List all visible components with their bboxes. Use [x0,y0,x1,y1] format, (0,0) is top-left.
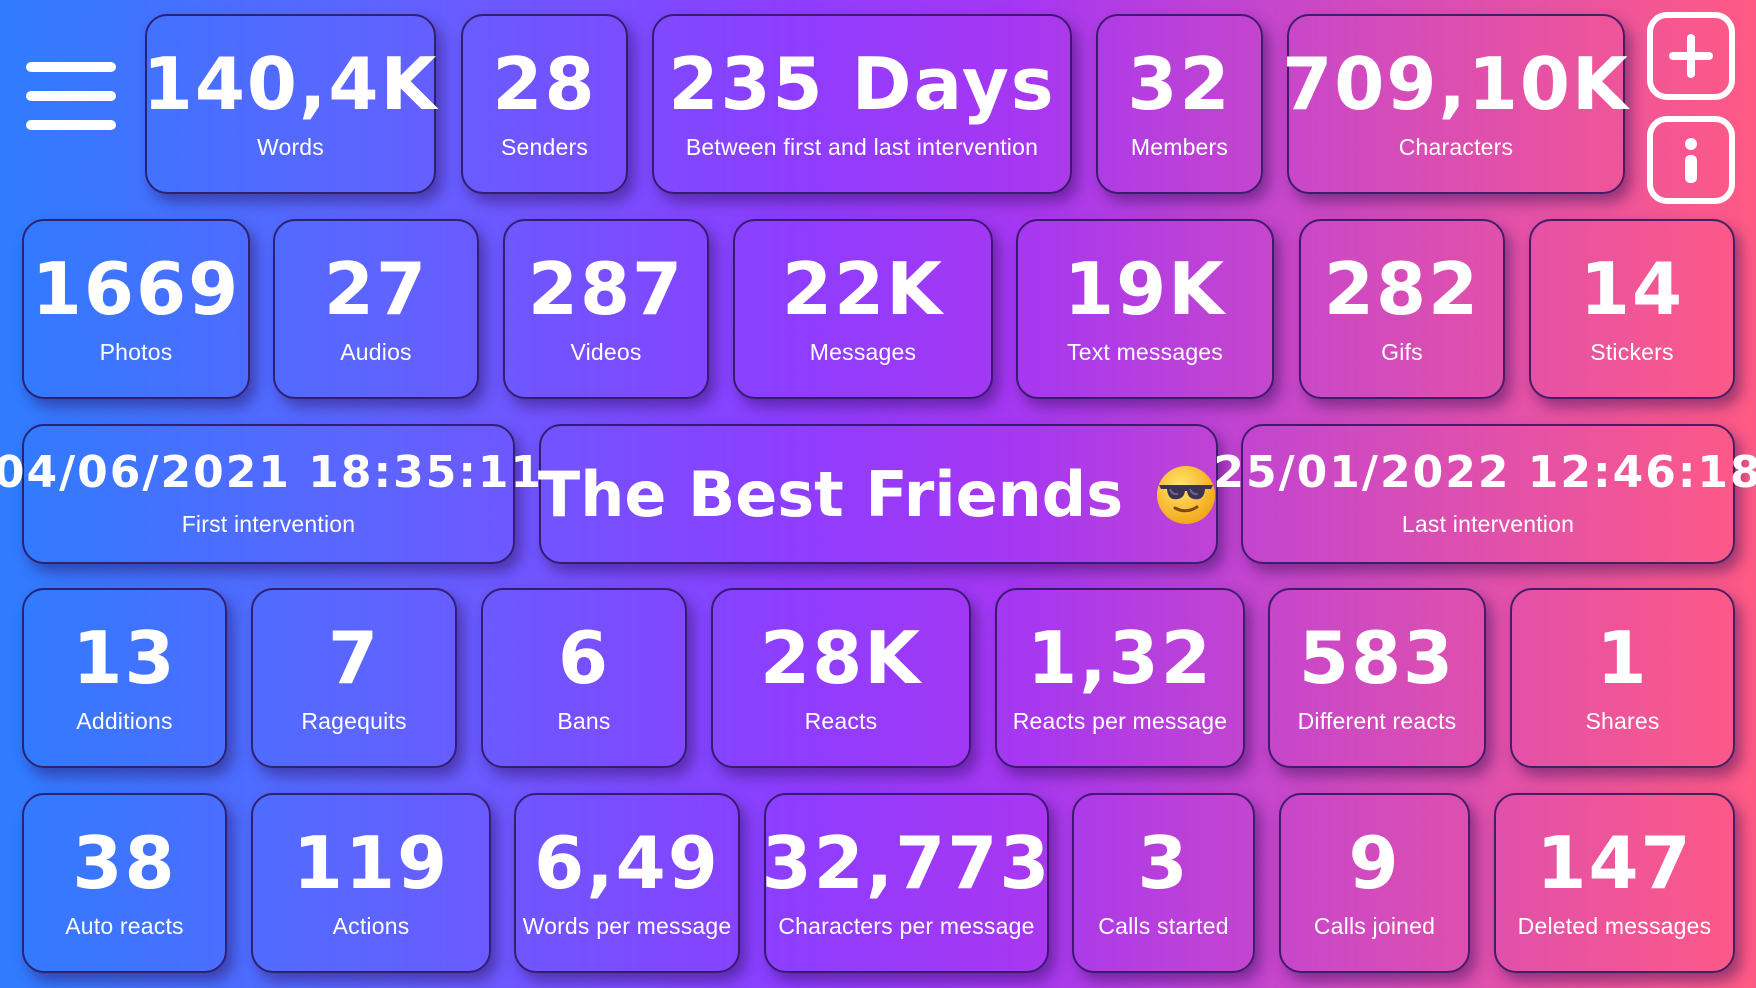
stat-card-photos: 1669 Photos [22,219,250,399]
stat-card-last-intervention: 25/01/2022 12:46:18 Last intervention [1213,424,1756,564]
stat-value: 1 [1596,615,1649,700]
info-button[interactable] [1647,116,1735,204]
stat-card-words-per-message: 6,49 Words per message [514,793,740,973]
last-intervention-label: Last intervention [1401,510,1575,537]
stat-card-calls-joined: 9 Calls joined [1279,793,1470,973]
stat-card-text-messages: 19K Text messages [1016,219,1274,399]
group-title-card: The Best Friends [537,424,1218,564]
stat-card-first-intervention: 04/06/2021 18:35:11 First intervention [0,424,541,564]
stat-label: Reacts per message [1012,707,1228,734]
stat-value: 22K [782,246,944,331]
stat-value: 583 [1298,615,1456,700]
stat-label: Reacts [804,707,878,734]
stat-label: Words [256,133,325,160]
stat-label: Characters per message [778,912,1035,939]
stat-card-ragequits: 7 Ragequits [251,588,457,768]
stat-label: Members [1130,133,1229,160]
stat-card-senders: 28 Senders [461,14,628,194]
stat-card-characters: 709,10K Characters [1282,14,1628,194]
stat-value: 709,10K [1282,41,1630,126]
plus-icon [1669,34,1713,78]
stat-card-actions: 119 Actions [251,793,491,973]
stat-label: Ragequits [301,707,407,734]
stat-value: 140,4K [142,41,439,126]
stat-value: 38 [72,820,177,905]
stat-value: 282 [1323,246,1481,331]
stat-card-deleted-messages: 147 Deleted messages [1494,793,1735,973]
stat-card-auto-reacts: 38 Auto reacts [22,793,227,973]
stat-value: 1669 [31,246,241,331]
stat-card-audios: 27 Audios [273,219,479,399]
add-button[interactable] [1647,12,1735,100]
stats-dashboard: 140,4K Words 28 Senders 235 Days Between… [0,0,1756,988]
stat-card-bans: 6 Bans [481,588,687,768]
stat-card-stickers: 14 Stickers [1529,219,1735,399]
stat-label: Senders [500,133,589,160]
stat-label: Between first and last intervention [685,133,1039,160]
stat-value: 32 [1127,41,1232,126]
stat-value: 3 [1137,820,1190,905]
stat-label: Stickers [1590,338,1674,365]
stat-value: 27 [323,246,429,331]
group-title: The Best Friends [537,457,1124,531]
stat-card-characters-per-message: 32,773 Characters per message [761,793,1052,973]
stat-value: 147 [1536,820,1693,905]
stat-value: 1,32 [1027,615,1213,700]
stat-value: 7 [327,615,381,700]
stat-label: Photos [99,338,173,365]
stat-label: Videos [570,338,642,365]
stat-value: 14 [1579,246,1685,331]
stat-value: 287 [527,246,685,331]
stat-value: 19K [1064,246,1226,331]
stat-card-shares: 1 Shares [1510,588,1735,768]
stat-label: Characters [1398,133,1514,160]
first-intervention-label: First intervention [181,510,356,537]
stat-label: Deleted messages [1517,912,1712,939]
stat-label: Different reacts [1297,707,1457,734]
hamburger-menu-icon[interactable] [26,62,116,132]
stat-card-gifs: 282 Gifs [1299,219,1505,399]
stat-value: 32,773 [761,820,1052,905]
stat-label: Auto reacts [65,912,184,939]
stat-card-videos: 287 Videos [503,219,709,399]
stat-value: 6 [557,615,611,700]
last-intervention-value: 25/01/2022 12:46:18 [1213,446,1756,498]
stat-value: 28K [760,615,922,700]
stat-label: Additions [76,707,173,734]
stat-label: Calls started [1098,912,1229,939]
stat-value: 28 [492,41,597,126]
stat-card-reacts-per-message: 1,32 Reacts per message [995,588,1245,768]
sunglasses-face-emoji-icon [1157,466,1216,524]
stat-card-different-reacts: 583 Different reacts [1268,588,1486,768]
stat-label: Messages [809,338,917,365]
stat-card-messages: 22K Messages [733,219,993,399]
stat-card-additions: 13 Additions [22,588,227,768]
stat-value: 6,49 [534,820,720,905]
stat-label: Actions [332,912,410,939]
first-intervention-value: 04/06/2021 18:35:11 [0,446,544,498]
stat-label: Text messages [1067,338,1223,365]
stat-card-calls-started: 3 Calls started [1072,793,1255,973]
stat-label: Bans [557,707,611,734]
stat-card-words: 140,4K Words [142,14,439,194]
stat-label: Shares [1585,707,1660,734]
stat-card-days-between: 235 Days Between first and last interven… [652,14,1072,194]
stat-label: Calls joined [1313,912,1436,939]
info-icon [1685,138,1697,183]
stat-label: Audios [340,338,412,365]
stat-card-reacts: 28K Reacts [711,588,971,768]
stat-value: 13 [72,615,177,700]
stat-label: Gifs [1381,338,1423,365]
stat-value: 235 Days [668,41,1056,126]
stat-card-members: 32 Members [1096,14,1263,194]
stat-value: 9 [1348,820,1401,905]
stat-label: Words per message [522,912,732,939]
stat-value: 119 [292,820,450,905]
